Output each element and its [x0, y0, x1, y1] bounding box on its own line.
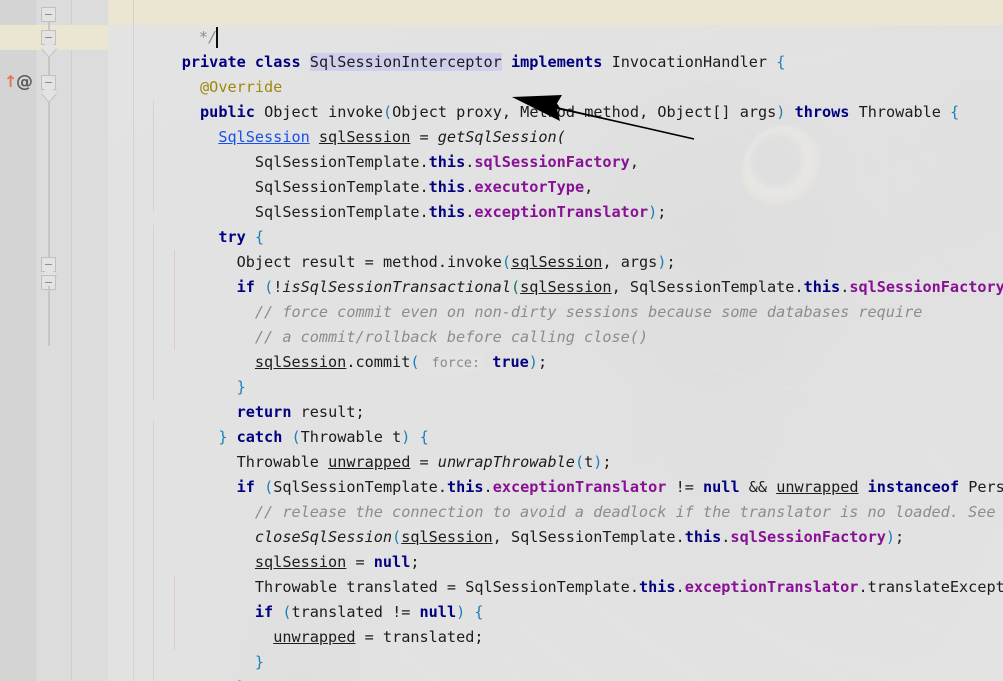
code-line[interactable]: }	[108, 650, 246, 675]
code-line[interactable]: // release the connection to avoid a dea…	[108, 475, 1003, 500]
token-kw-throws: throws	[795, 103, 850, 121]
fold-marker-method[interactable]	[41, 75, 56, 90]
code-line[interactable]: SqlSessionTemplate.this.executorType,	[108, 150, 593, 175]
token-var-translated-3: translated	[383, 628, 474, 646]
code-line[interactable]: // a commit/rollback before calling clos…	[108, 300, 648, 325]
code-editor-window: ↑ @ */ private class SqlSessionIntercept…	[0, 0, 1003, 681]
indent-guide-1	[133, 0, 134, 681]
code-line[interactable]: Throwable unwrapped = unwrapThrowable(t)…	[108, 425, 612, 450]
token-type-sqlsessiontemplate-7: SqlSessionTemplate	[465, 578, 630, 596]
token-kw-true: true	[492, 353, 529, 371]
code-line[interactable]: private class SqlSessionInterceptor impl…	[108, 25, 785, 50]
fold-marker-class[interactable]	[41, 30, 56, 45]
token-kw-this-3: this	[429, 203, 466, 221]
code-line[interactable]: throw unwrapped;	[108, 675, 383, 681]
token-kw-implements: implements	[511, 53, 602, 71]
token-var-sqlsession-4: sqlSession	[255, 353, 346, 371]
token-kw-this-6: this	[685, 528, 722, 546]
code-line[interactable]: } catch (Throwable t) {	[108, 400, 429, 425]
code-line[interactable]: // force commit even on non-dirty sessio…	[108, 275, 922, 300]
text-caret	[216, 27, 218, 48]
token-param-method: method	[584, 103, 639, 121]
token-type-throwable: Throwable	[859, 103, 941, 121]
code-line[interactable]: SqlSession sqlSession = getSqlSession(	[108, 100, 566, 125]
token-param-args: args	[740, 103, 777, 121]
indent-guide-inner-if	[174, 575, 175, 650]
token-field-sqlsessionfactory-3: sqlSessionFactory	[730, 528, 885, 546]
code-line[interactable]: Object result = method.invoke(sqlSession…	[108, 225, 676, 250]
token-type-invocationhandler: InvocationHandler	[612, 53, 767, 71]
indent-guide-args	[153, 100, 154, 212]
code-line[interactable]: closeSqlSession(sqlSession, SqlSessionTe…	[108, 500, 904, 525]
code-line[interactable]: */	[144, 0, 217, 25]
code-line[interactable]: Throwable translated = SqlSessionTemplat…	[108, 550, 1003, 575]
code-line[interactable]: public Object invoke(Object proxy, Metho…	[108, 75, 959, 100]
override-at-icon[interactable]: @	[16, 74, 33, 91]
indent-guide-try	[153, 225, 154, 400]
code-line[interactable]: try {	[108, 200, 264, 225]
code-line[interactable]: SqlSessionTemplate.this.exceptionTransla…	[108, 175, 666, 200]
code-line[interactable]: if (!isSqlSessionTransactional(sqlSessio…	[108, 250, 1003, 275]
token-call-translateexception: translateException	[868, 578, 1003, 596]
code-text-area[interactable]: */ private class SqlSessionInterceptor i…	[108, 0, 1003, 681]
code-line[interactable]: }	[108, 625, 264, 650]
code-line[interactable]: return result;	[108, 375, 365, 400]
code-line[interactable]: sqlSession = null;	[108, 525, 420, 550]
fold-marker-block-a[interactable]	[41, 257, 56, 272]
token-field-exceptiontranslator: exceptionTranslator	[474, 203, 648, 221]
token-type-object-3: Object	[657, 103, 712, 121]
gutter-markers-layer: ↑ @	[0, 0, 108, 681]
indent-guide-catch	[153, 420, 154, 681]
fold-marker-javadoc-end[interactable]	[41, 7, 56, 22]
token-type-sqlsessiontemplate-3: SqlSessionTemplate	[255, 203, 420, 221]
token-var-unwrapped-3: unwrapped	[273, 628, 355, 646]
token-type-sqlsessiontemplate-6: SqlSessionTemplate	[511, 528, 676, 546]
code-line[interactable]: SqlSessionTemplate.this.sqlSessionFactor…	[108, 125, 639, 150]
token-kw-this-7: this	[639, 578, 676, 596]
code-line[interactable]: if (SqlSessionTemplate.this.exceptionTra…	[108, 450, 1003, 475]
code-line[interactable]: if (translated != null) {	[108, 575, 484, 600]
token-call-commit: commit	[355, 353, 410, 371]
token-class-name[interactable]: SqlSessionInterceptor	[310, 53, 502, 71]
code-line[interactable]: @Override	[108, 50, 282, 75]
code-line[interactable]: unwrapped = translated;	[108, 600, 484, 625]
indent-guide-if	[174, 250, 175, 350]
token-field-exceptiontranslator-3: exceptionTranslator	[685, 578, 859, 596]
parameter-hint-force[interactable]: force:	[429, 355, 483, 372]
code-line[interactable]: }	[108, 350, 246, 375]
